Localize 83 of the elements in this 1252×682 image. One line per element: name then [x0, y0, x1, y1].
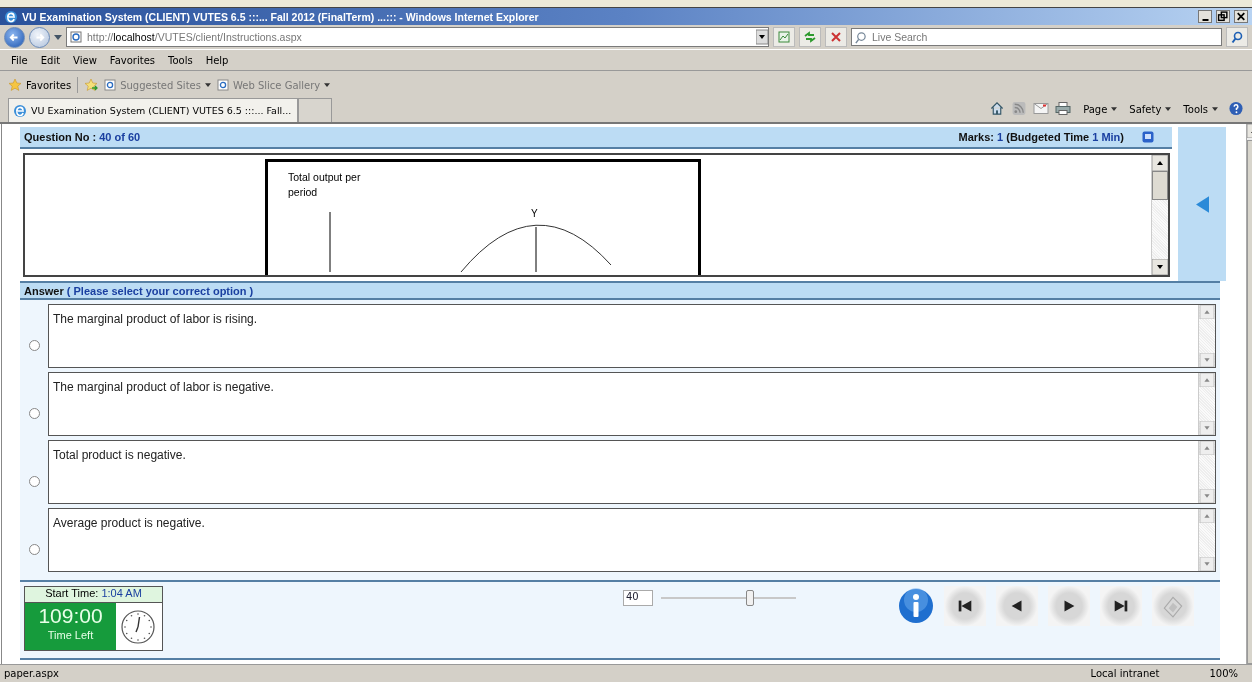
page-icon: [70, 31, 82, 43]
answer-header: Answer ( Please select your correct option ): [20, 281, 1220, 300]
restore-button[interactable]: [1216, 10, 1230, 23]
radio-button[interactable]: [29, 543, 40, 555]
page-icon: [104, 79, 117, 91]
command-menu[interactable]: Safety: [1129, 103, 1172, 115]
caret-icon: [324, 83, 331, 87]
compatibility-button[interactable]: [773, 27, 795, 47]
next-button[interactable]: [1048, 586, 1090, 626]
last-button[interactable]: [1100, 586, 1142, 626]
close-icon: [1235, 11, 1247, 22]
browser-logo-icon: [13, 103, 27, 118]
scrollbar[interactable]: [1151, 155, 1168, 275]
radio-button[interactable]: [29, 407, 40, 419]
menu-item[interactable]: Help: [205, 54, 229, 66]
search-field[interactable]: Live Search: [851, 28, 1222, 46]
close-icon: [829, 30, 843, 44]
page-icon: [216, 79, 229, 91]
option-text: Average product is negative.: [48, 508, 1216, 572]
caret-icon: [1111, 107, 1118, 111]
clock-icon: [118, 607, 158, 647]
point-label: Y: [531, 208, 538, 219]
minimize-icon: [1201, 19, 1209, 21]
add-favorite-icon[interactable]: [84, 78, 99, 92]
star-icon: [8, 78, 22, 92]
new-tab-button[interactable]: [298, 98, 332, 122]
print-icon[interactable]: [1055, 101, 1072, 116]
stop-button[interactable]: [825, 27, 847, 47]
menu-item[interactable]: Edit: [40, 54, 61, 66]
option-text: Total product is negative.: [48, 440, 1216, 504]
first-button[interactable]: [944, 586, 986, 626]
caret-icon: [1212, 107, 1218, 111]
scroll-up-icon[interactable]: [1152, 155, 1168, 171]
radio-button[interactable]: [29, 475, 40, 487]
search-button[interactable]: [1226, 27, 1248, 47]
previous-button[interactable]: [996, 586, 1038, 626]
question-number-field[interactable]: 40: [623, 590, 653, 606]
marks-text: Marks: 1 (Budgeted Time 1 Min): [958, 131, 1124, 143]
radio-button[interactable]: [29, 339, 40, 351]
refresh-button[interactable]: [799, 27, 821, 47]
security-zone: Local intranet: [1090, 668, 1160, 679]
mail-icon[interactable]: [1033, 101, 1050, 116]
menu-item[interactable]: View: [73, 54, 97, 66]
favorites-button[interactable]: Favorites: [8, 78, 72, 92]
search-icon: [1230, 30, 1244, 44]
page-chart-icon: [777, 30, 791, 44]
back-button[interactable]: [4, 26, 25, 48]
caret-icon[interactable]: [54, 34, 62, 40]
menu-item[interactable]: Tools: [168, 54, 193, 66]
command-menu[interactable]: Tools: [1183, 103, 1218, 115]
submit-button[interactable]: [1152, 586, 1194, 626]
menu-item[interactable]: File: [11, 54, 28, 66]
caret-icon: [1165, 107, 1172, 111]
help-icon[interactable]: [1228, 101, 1244, 116]
info-icon[interactable]: [898, 588, 934, 624]
browser-logo-icon: [4, 9, 18, 24]
window-title: VU Examination System (CLIENT) VUTES 6.5 :::... Fall 2012 (FinalTerm) ...::: - Windows Internet Explorer: [22, 10, 539, 23]
option-text: The marginal product of labor is negative.: [48, 372, 1216, 436]
minimize-button[interactable]: [1198, 10, 1212, 23]
browser-tab[interactable]: VU Examination System (CLIENT) VUTES 6.5 :::... Fall...: [8, 98, 298, 122]
refresh-icon: [803, 30, 817, 44]
home-icon[interactable]: [989, 101, 1006, 116]
time-left-label: Time Left: [47, 629, 94, 641]
zoom-level[interactable]: 100%: [1209, 668, 1238, 679]
feed-icon[interactable]: [1011, 101, 1028, 116]
collapse-icon[interactable]: [1142, 131, 1154, 143]
dropdown-icon[interactable]: [756, 29, 768, 45]
forward-button[interactable]: [29, 26, 50, 48]
option-text: The marginal product of labor is rising.: [48, 304, 1216, 368]
address-field[interactable]: http://localhost/VUTES/client/Instructions.aspx: [66, 27, 769, 47]
close-button[interactable]: [1234, 10, 1248, 23]
collapse-arrow-icon[interactable]: [1195, 195, 1209, 213]
axis-label: Total output per period: [288, 170, 362, 200]
start-time: Start Time: 1:04 AM: [25, 587, 162, 603]
command-menu[interactable]: Page: [1083, 103, 1118, 115]
caret-icon: [204, 83, 211, 87]
scroll-thumb[interactable]: [1152, 171, 1168, 200]
time-remaining: 109:00: [38, 603, 103, 629]
scroll-down-icon[interactable]: [1152, 259, 1168, 275]
restore-icon: [1217, 11, 1229, 22]
status-text: paper.aspx: [4, 668, 59, 679]
menu-item[interactable]: Favorites: [109, 54, 155, 66]
question-number: Question No : 40 of 60: [24, 131, 141, 143]
